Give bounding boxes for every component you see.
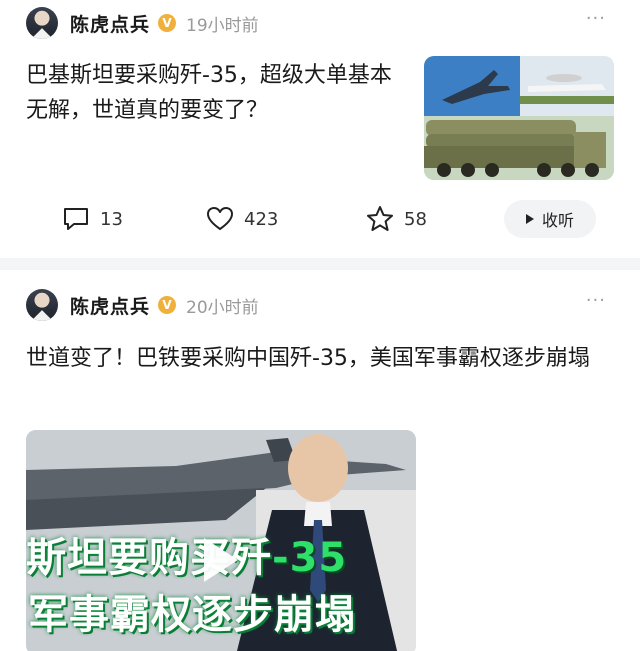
military-aircraft-image (424, 56, 614, 180)
heart-icon (207, 207, 233, 230)
verified-badge-icon: V (158, 14, 177, 32)
video-overlay-line1: 斯坦要购买歼-35 (26, 525, 347, 583)
video-thumbnail[interactable]: 斯坦要购买歼-35 军事霸权逐步崩塌 (26, 430, 416, 651)
overlay-text: 斯坦要购 (26, 535, 190, 581)
post-header: 陈虎点兵 V 19小时前 (26, 6, 259, 40)
more-options-icon[interactable]: ··· (586, 8, 606, 29)
post-title[interactable]: 世道变了！巴铁要采购中国歼-35，美国军事霸权逐步崩塌 (26, 341, 616, 377)
play-icon (525, 214, 534, 224)
post-time: 19小时前 (186, 15, 259, 36)
feed: 陈虎点兵 V 19小时前 ··· 巴基斯坦要采购歼-35，超级大单基本无解，世道… (0, 0, 640, 651)
more-options-icon[interactable]: ··· (586, 290, 606, 311)
action-bar: 13 423 58 收听 (0, 200, 640, 238)
post-title[interactable]: 巴基斯坦要采购歼-35，超级大单基本无解，世道真的要变了？ (26, 58, 406, 128)
post-divider (0, 258, 640, 270)
overlay-text: -35 (272, 535, 348, 581)
favorite-button[interactable]: 58 (366, 200, 427, 238)
comment-button[interactable]: 13 (62, 200, 123, 238)
comment-icon (64, 208, 88, 230)
post-header: 陈虎点兵 V 20小时前 (26, 288, 259, 322)
video-overlay-line2: 军事霸权逐步崩塌 (28, 592, 356, 638)
listen-label: 收听 (541, 211, 574, 230)
star-icon (367, 206, 393, 231)
comment-count: 13 (100, 208, 123, 230)
listen-button[interactable]: 收听 (504, 200, 596, 238)
avatar[interactable] (26, 289, 58, 321)
like-button[interactable]: 423 (206, 200, 278, 238)
author-name[interactable]: 陈虎点兵 (70, 10, 150, 37)
avatar[interactable] (26, 7, 58, 39)
author-name[interactable]: 陈虎点兵 (70, 292, 150, 319)
post-thumbnail[interactable] (424, 56, 614, 180)
like-count: 423 (244, 208, 279, 230)
play-icon[interactable] (204, 538, 238, 582)
post-time: 20小时前 (186, 297, 259, 318)
favorite-count: 58 (404, 208, 427, 230)
verified-badge-icon: V (158, 296, 177, 314)
